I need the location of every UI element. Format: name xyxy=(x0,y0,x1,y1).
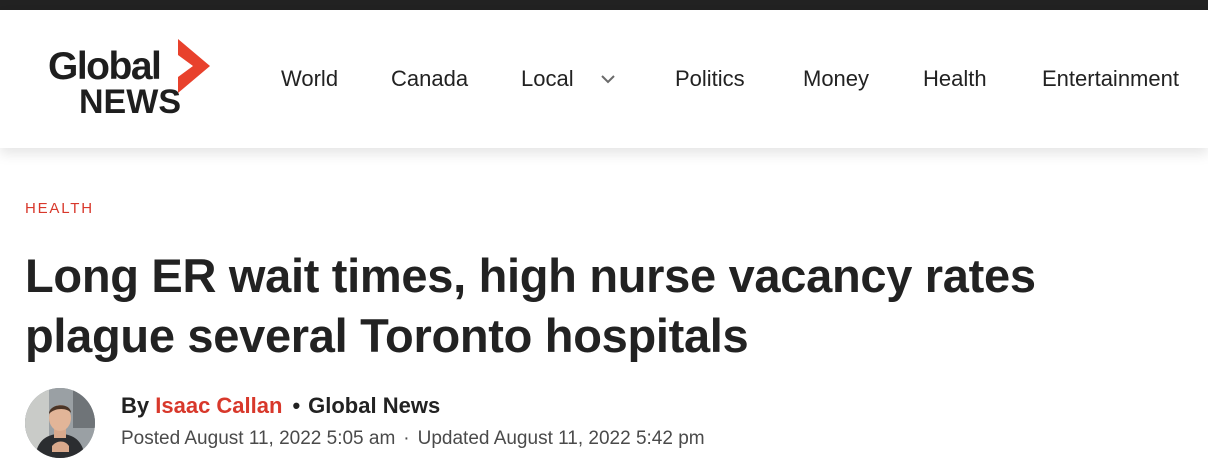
dates-separator: · xyxy=(403,428,410,449)
author-photo xyxy=(25,388,95,458)
author-link[interactable]: Isaac Callan xyxy=(155,393,282,418)
nav-item-world[interactable]: World xyxy=(281,65,338,93)
nav-item-health[interactable]: Health xyxy=(923,65,987,93)
nav-item-entertainment[interactable]: Entertainment xyxy=(1042,65,1179,93)
outlet-name: Global News xyxy=(308,393,441,418)
posted-date: Posted August 11, 2022 5:05 am xyxy=(121,428,396,449)
top-bar xyxy=(0,0,1208,10)
updated-date: Updated August 11, 2022 5:42 pm xyxy=(417,428,705,449)
logo-word-news: NEWS xyxy=(79,83,181,121)
article-headline: Long ER wait times, high nurse vacancy r… xyxy=(25,249,1036,362)
category-link[interactable]: HEALTH xyxy=(25,200,94,217)
byline-prefix: By xyxy=(121,393,150,418)
author-avatar[interactable] xyxy=(25,388,95,458)
nav-item-local-label: Local xyxy=(521,66,574,91)
nav-item-money[interactable]: Money xyxy=(803,65,869,93)
nav-item-politics[interactable]: Politics xyxy=(675,65,745,93)
nav-item-canada[interactable]: Canada xyxy=(391,65,468,93)
logo-chevron-icon xyxy=(178,39,210,93)
logo-word-global: Global xyxy=(48,45,162,88)
nav-item-local[interactable]: Local xyxy=(521,65,616,94)
byline-separator: • xyxy=(292,393,301,418)
global-news-logo[interactable]: Global NEWS xyxy=(46,27,216,127)
chevron-down-icon[interactable] xyxy=(600,63,616,91)
article-dates: Posted August 11, 2022 5:05 am · Updated A… xyxy=(121,428,705,450)
site-header: Global NEWS World Canada Local Politics … xyxy=(0,10,1208,148)
byline: By Isaac Callan • Global News xyxy=(121,393,440,419)
